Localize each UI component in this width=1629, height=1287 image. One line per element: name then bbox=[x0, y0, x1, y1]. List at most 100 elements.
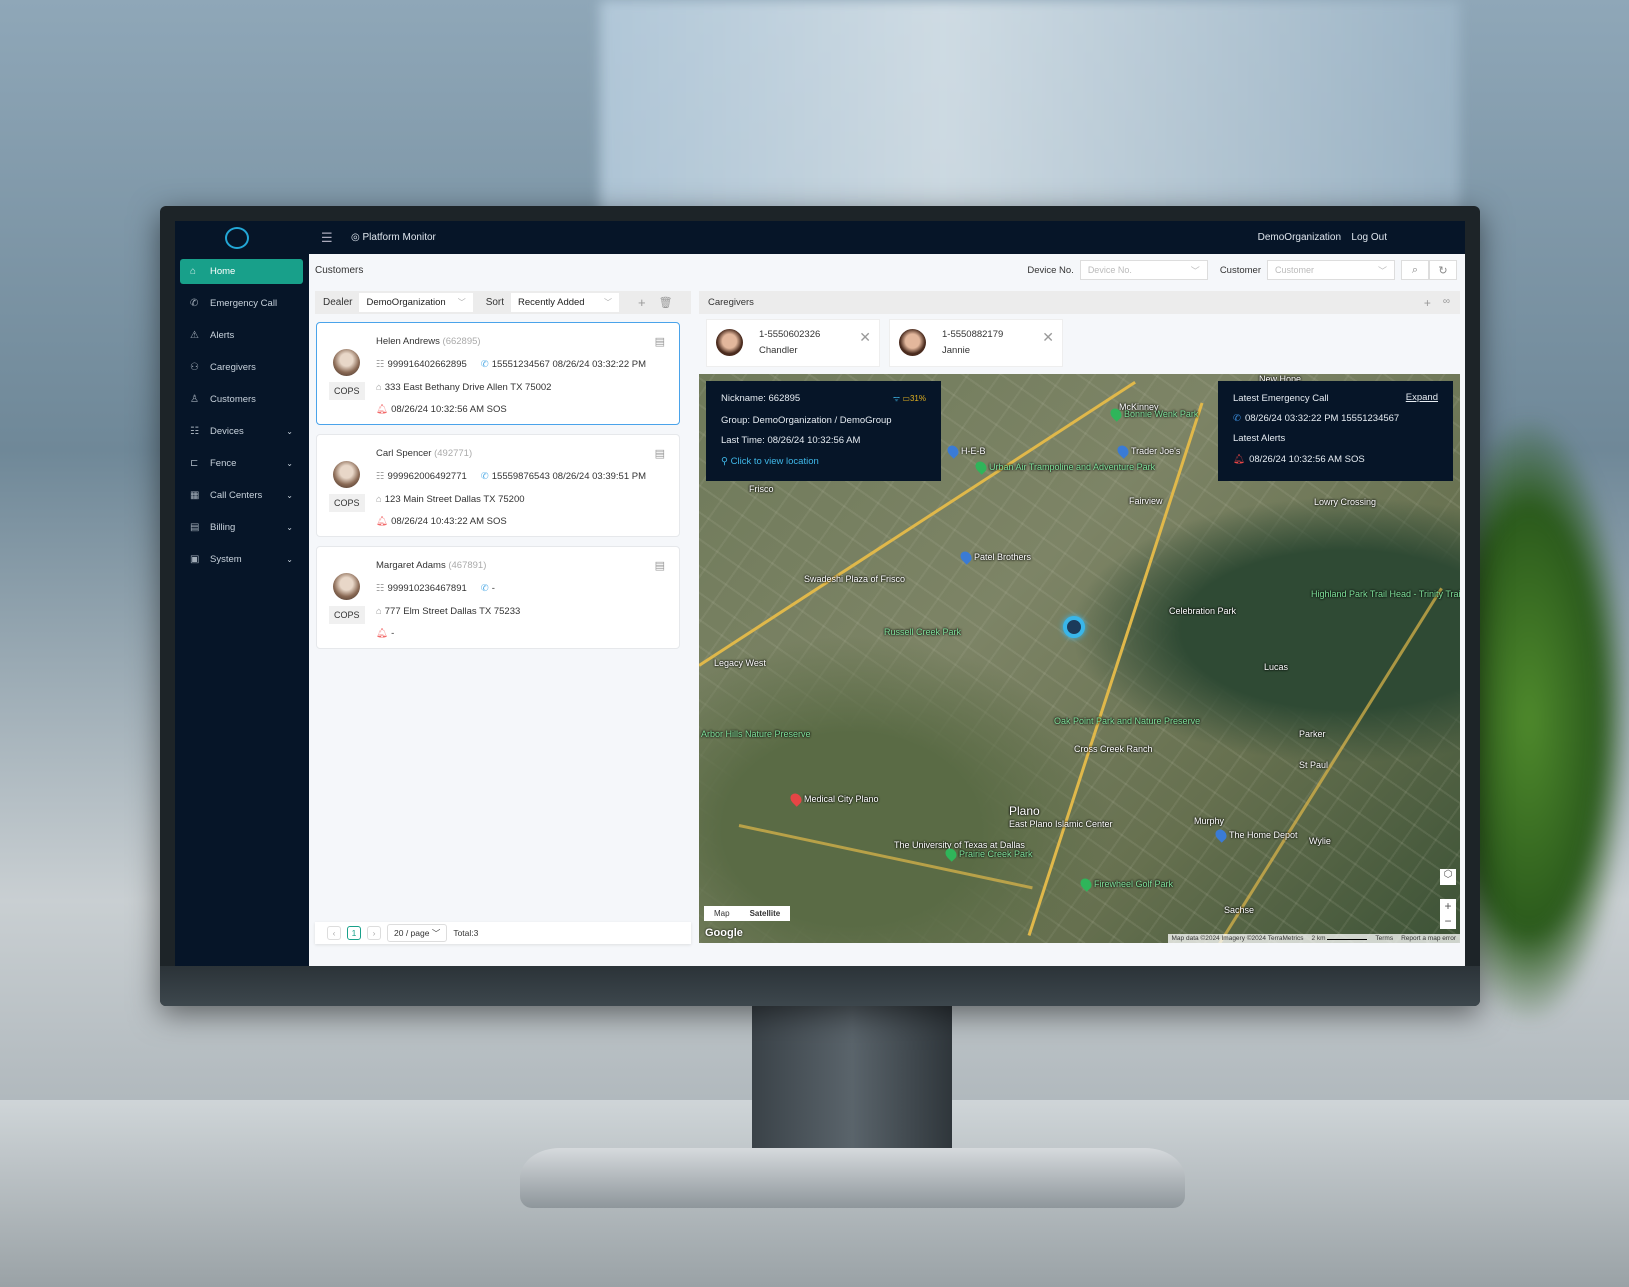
dealer-select[interactable]: DemoOrganization ﹀ bbox=[359, 293, 473, 312]
sidebar-item-call-centers[interactable]: ▦ Call Centers ⌄ bbox=[180, 483, 303, 508]
sidebar-item-emergency-call[interactable]: ✆ Emergency Call bbox=[180, 291, 303, 316]
view-location-link[interactable]: ⚲ Click to view location bbox=[721, 456, 819, 467]
camera-control-icon[interactable]: ⬡ bbox=[1440, 869, 1456, 885]
device-no-label: Device No. bbox=[1027, 264, 1074, 276]
map-attribution: Map data ©2024 Imagery ©2024 TerraMetric… bbox=[1167, 934, 1460, 943]
map-label: Medical City Plano bbox=[804, 794, 879, 804]
sidebar-item-label: Devices bbox=[210, 426, 244, 437]
device-no-select[interactable]: Device No. ﹀ bbox=[1079, 260, 1208, 280]
last-call: 15559876543 08/26/24 03:39:51 PM bbox=[491, 471, 647, 482]
chevron-down-icon[interactable]: ⌄ bbox=[286, 427, 293, 436]
device-row: ☷ 999962006492771 ✆ 15559876543 08/26/24 03… bbox=[376, 471, 646, 482]
home-icon: ⌂ bbox=[376, 494, 382, 505]
sidebar-item-alerts[interactable]: ⚠ Alerts bbox=[180, 323, 303, 348]
sidebar-item-system[interactable]: ▣ System ⌄ bbox=[180, 547, 303, 572]
map-poi-pin-icon[interactable] bbox=[945, 443, 961, 459]
next-page-button[interactable]: › bbox=[367, 926, 381, 940]
customer-placeholder: Customer bbox=[1275, 265, 1315, 275]
device-no-placeholder: Device No. bbox=[1087, 265, 1132, 275]
customer-card[interactable]: COPS Carl Spencer (492771) ▤ ☷ 9999620064… bbox=[316, 434, 680, 537]
caregivers-title: Caregivers bbox=[708, 297, 754, 308]
alert-row: 🔔︎ 08/26/24 10:43:22 AM SOS bbox=[376, 516, 507, 527]
dealer-value: DemoOrganization bbox=[366, 297, 446, 308]
scale-bar bbox=[1327, 939, 1368, 940]
app-screen: ☰ ◎ Platform Monitor DemoOrganization Lo… bbox=[175, 221, 1465, 966]
terms-link[interactable]: Terms bbox=[1375, 935, 1393, 942]
details-icon[interactable]: ▤ bbox=[655, 335, 665, 348]
organization-name[interactable]: DemoOrganization bbox=[1258, 232, 1341, 243]
address-row: ⌂ 333 East Bethany Drive Allen TX 75002 bbox=[376, 382, 551, 393]
details-icon[interactable]: ▤ bbox=[655, 559, 665, 572]
sidebar-item-caregivers[interactable]: ⚇ Caregivers bbox=[180, 355, 303, 380]
map-type-satellite[interactable]: Satellite bbox=[740, 906, 791, 921]
close-icon[interactable]: ✕ bbox=[1042, 329, 1054, 346]
customer-name: Margaret Adams (467891) bbox=[376, 560, 486, 571]
page-1-button[interactable]: 1 bbox=[347, 926, 361, 940]
bell-icon: 🔔︎ bbox=[1233, 454, 1246, 465]
refresh-button[interactable]: ↻ bbox=[1429, 260, 1457, 280]
device-location-marker[interactable] bbox=[1063, 616, 1085, 638]
map-type-map[interactable]: Map bbox=[704, 906, 740, 921]
link-icon[interactable]: ∞ bbox=[1443, 296, 1450, 310]
customer-filter-bar: Dealer DemoOrganization ﹀ Sort Recently A… bbox=[315, 291, 691, 314]
map[interactable]: McKinney Bonnie Wenk Park H-E-B Trader Joe'… bbox=[699, 374, 1460, 943]
report-error-link[interactable]: Report a map error bbox=[1401, 935, 1456, 942]
sidebar-item-devices[interactable]: ☷ Devices ⌄ bbox=[180, 419, 303, 444]
customer-select[interactable]: Customer ﹀ bbox=[1267, 260, 1395, 280]
chevron-down-icon[interactable]: ⌄ bbox=[286, 491, 293, 500]
map-poi-pin-icon[interactable] bbox=[1115, 443, 1131, 459]
sidebar-item-customers[interactable]: ♙ Customers bbox=[180, 387, 303, 412]
hamburger-icon[interactable]: ☰ bbox=[321, 230, 333, 246]
page-size-select[interactable]: 20 / page ﹀ bbox=[387, 924, 448, 942]
signal-battery: ᯤ ▭31% bbox=[893, 393, 926, 404]
device-number: 999916402662895 bbox=[387, 359, 467, 370]
caregiver-card[interactable]: 1-5550882179 Jannie ✕ bbox=[889, 319, 1063, 367]
map-poi-pin-icon[interactable] bbox=[958, 549, 974, 565]
map-poi-pin-icon[interactable] bbox=[1213, 827, 1229, 843]
zoom-out-button[interactable]: − bbox=[1440, 914, 1456, 929]
details-icon[interactable]: ▤ bbox=[655, 447, 665, 460]
map-label: East Plano Islamic Center bbox=[1009, 819, 1113, 829]
chevron-down-icon[interactable]: ⌄ bbox=[286, 555, 293, 564]
wifi-icon: ᯤ bbox=[892, 394, 901, 403]
map-poi-pin-icon[interactable] bbox=[1078, 876, 1094, 892]
device-icon: ☷ bbox=[376, 471, 385, 482]
avatar bbox=[333, 461, 360, 488]
logout-link[interactable]: Log Out bbox=[1351, 232, 1387, 243]
attribution-text: Map data ©2024 Imagery ©2024 TerraMetric… bbox=[1171, 935, 1304, 942]
zoom-in-button[interactable]: + bbox=[1440, 899, 1456, 914]
map-poi-pin-icon[interactable] bbox=[973, 459, 989, 475]
map-label: Lowry Crossing bbox=[1314, 497, 1377, 507]
chevron-down-icon: ﹀ bbox=[1377, 265, 1387, 276]
top-bar: ☰ ◎ Platform Monitor DemoOrganization Lo… bbox=[175, 221, 1465, 254]
map-label: Urban Air Trampoline and Adventure Park bbox=[989, 462, 1156, 472]
fence-icon: ⊏ bbox=[190, 458, 199, 469]
prev-page-button[interactable]: ‹ bbox=[327, 926, 341, 940]
device-number: 999910236467891 bbox=[387, 583, 467, 594]
sidebar-item-home[interactable]: ⌂ Home bbox=[180, 259, 303, 284]
add-caregiver-icon[interactable]: + bbox=[1424, 296, 1431, 310]
add-icon[interactable]: + bbox=[638, 295, 646, 310]
customer-card[interactable]: COPS Helen Andrews (662895) ▤ ☷ 999916402… bbox=[316, 322, 680, 425]
customers-title: Customers bbox=[315, 265, 364, 276]
expand-link[interactable]: Expand bbox=[1406, 392, 1438, 403]
chevron-down-icon[interactable]: ⌄ bbox=[286, 459, 293, 468]
trash-icon[interactable]: 🗑 bbox=[659, 296, 673, 309]
sidebar-item-fence[interactable]: ⊏ Fence ⌄ bbox=[180, 451, 303, 476]
caregiver-phone: 1-5550602326 bbox=[759, 329, 821, 340]
caregiver-card[interactable]: 1-5550602326 Chandler ✕ bbox=[706, 319, 880, 367]
search-button[interactable]: ⌕ bbox=[1401, 260, 1429, 280]
latest-events-panel: Latest Emergency Call Expand ✆ 08/26/24 0… bbox=[1218, 381, 1453, 481]
avatar bbox=[716, 329, 743, 356]
home-icon: ⌂ bbox=[376, 382, 382, 393]
sort-select[interactable]: Recently Added ﹀ bbox=[511, 293, 620, 312]
platform-monitor-title: ◎ Platform Monitor bbox=[351, 232, 436, 243]
view-location-text: Click to view location bbox=[730, 456, 819, 467]
customer-card[interactable]: COPS Margaret Adams (467891) ▤ ☷ 99991023… bbox=[316, 546, 680, 649]
home-icon: ⌂ bbox=[376, 606, 382, 617]
sidebar-item-billing[interactable]: ▤ Billing ⌄ bbox=[180, 515, 303, 540]
chevron-down-icon[interactable]: ⌄ bbox=[286, 523, 293, 532]
refresh-icon: ↻ bbox=[1438, 264, 1448, 277]
close-icon[interactable]: ✕ bbox=[859, 329, 871, 346]
map-poi-pin-icon[interactable] bbox=[788, 791, 804, 807]
